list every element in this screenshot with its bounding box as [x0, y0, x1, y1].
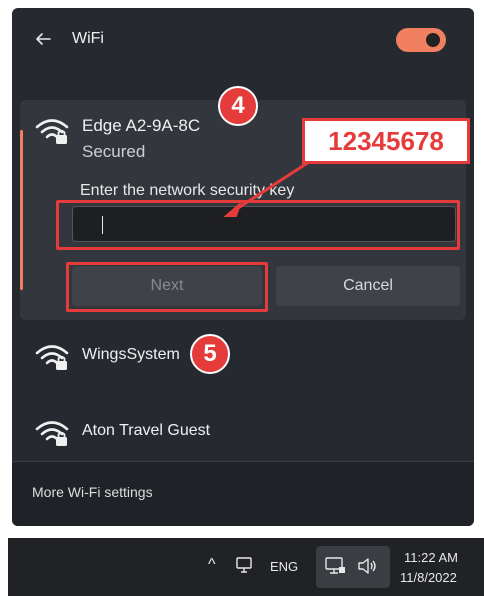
cancel-button[interactable]: Cancel: [276, 266, 460, 306]
input-highlight-box: [56, 200, 460, 250]
step-4-badge: 4: [218, 86, 258, 126]
toggle-knob: [426, 33, 440, 47]
wifi-secured-icon: [34, 418, 70, 448]
clock-time[interactable]: 11:22 AM: [404, 550, 458, 565]
network-item[interactable]: Aton Travel Guest: [20, 408, 466, 456]
network-name: Edge A2-9A-8C: [82, 116, 201, 135]
arrow-left-icon[interactable]: [34, 30, 52, 48]
network-name: Aton Travel Guest: [82, 422, 211, 439]
volume-icon[interactable]: [356, 556, 378, 579]
step-5-badge: 5: [190, 334, 230, 374]
network-icon[interactable]: [324, 556, 346, 579]
more-wifi-settings-link[interactable]: More Wi-Fi settings: [32, 484, 153, 500]
clock-date[interactable]: 11/8/2022: [400, 570, 457, 585]
network-item[interactable]: WingsSystem: [20, 332, 466, 380]
next-button-highlight-box: [66, 262, 268, 312]
network-status: Secured: [82, 142, 146, 161]
panel-footer: More Wi-Fi settings: [12, 462, 474, 526]
panel-header: WiFi: [12, 8, 474, 78]
monitor-icon[interactable]: [234, 556, 254, 577]
chevron-up-icon[interactable]: ^: [208, 556, 216, 574]
network-name: WingsSystem: [82, 346, 180, 363]
page-title: WiFi: [72, 30, 104, 47]
selection-accent-bar: [20, 130, 23, 290]
security-key-callout: 12345678: [302, 118, 470, 164]
security-key-label: Enter the network security key: [80, 182, 295, 199]
wifi-secured-icon: [34, 116, 70, 146]
wifi-toggle[interactable]: [396, 28, 446, 52]
wifi-secured-icon: [34, 342, 70, 372]
taskbar: ^ ENG 11:22 AM 11/8/2022: [8, 538, 484, 596]
language-indicator[interactable]: ENG: [270, 559, 298, 574]
